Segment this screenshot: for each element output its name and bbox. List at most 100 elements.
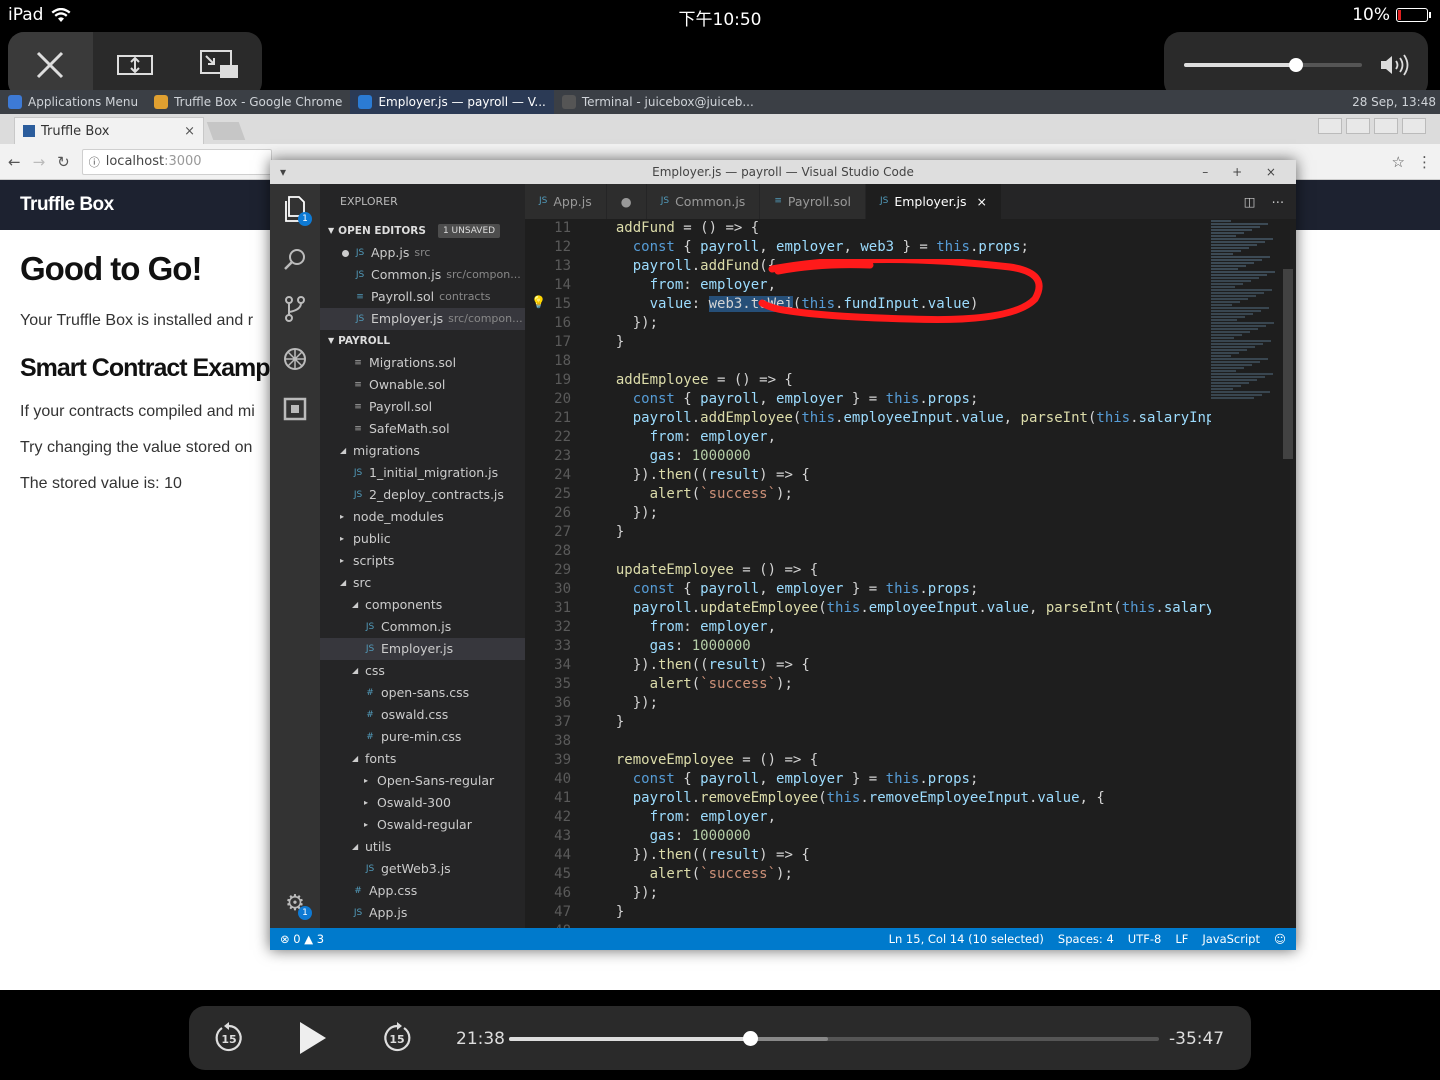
code-line[interactable]: from: employer, — [599, 618, 1211, 637]
search-activity[interactable] — [270, 234, 320, 284]
folder-item[interactable]: ▸ Oswald-regular — [320, 814, 525, 836]
file-item[interactable]: # open-sans.css — [320, 682, 525, 704]
code-line[interactable]: } — [599, 333, 1211, 352]
code-line[interactable]: from: employer, — [599, 808, 1211, 827]
scrubber-knob[interactable] — [742, 1031, 758, 1046]
code-line[interactable]: }); — [599, 504, 1211, 523]
code-line[interactable]: alert(`success`); — [599, 485, 1211, 504]
open-editor-item[interactable]: JS Common.js src/compon... — [320, 264, 525, 286]
taskbar-item[interactable]: Employer.js — payroll — V... — [350, 90, 554, 114]
code-line[interactable]: const { payroll, employer } = this.props… — [599, 390, 1211, 409]
taskbar-item[interactable]: Applications Menu — [0, 90, 146, 114]
open-editors-header[interactable]: ▼ OPEN EDITORS 1 UNSAVED — [320, 220, 525, 242]
close-button[interactable] — [8, 32, 93, 98]
minimize-button[interactable] — [1346, 118, 1370, 134]
window-close-button[interactable] — [1402, 118, 1426, 134]
scrubber[interactable] — [509, 1031, 1159, 1046]
folder-item[interactable]: ◢ fonts — [320, 748, 525, 770]
language-mode[interactable]: JavaScript — [1202, 932, 1260, 946]
new-tab-button[interactable] — [206, 122, 246, 140]
code-line[interactable] — [599, 732, 1211, 751]
code-line[interactable]: alert(`success`); — [599, 675, 1211, 694]
code-line[interactable]: gas: 1000000 — [599, 637, 1211, 656]
chrome-menu-icon[interactable]: ⋮ — [1417, 153, 1432, 171]
more-actions-icon[interactable]: ⋯ — [1272, 194, 1285, 209]
code-line[interactable]: }); — [599, 884, 1211, 903]
file-item[interactable]: JS 1_initial_migration.js — [320, 462, 525, 484]
folder-item[interactable]: ◢ css — [320, 660, 525, 682]
back-icon[interactable]: ← — [8, 153, 21, 171]
editor-tab[interactable]: ● — [606, 184, 647, 219]
code-line[interactable]: payroll.updateEmployee(this.employeeInpu… — [599, 599, 1211, 618]
file-item[interactable]: # App.css — [320, 880, 525, 902]
encoding-setting[interactable]: UTF-8 — [1128, 932, 1162, 946]
code-line[interactable]: alert(`success`); — [599, 865, 1211, 884]
source-control-activity[interactable] — [270, 284, 320, 334]
taskbar-item[interactable]: Terminal - juicebox@juiceb... — [554, 90, 762, 114]
file-item[interactable]: JS Employer.js — [320, 638, 525, 660]
code-line[interactable]: addEmployee = () => { — [599, 371, 1211, 390]
unsaved-dot-icon[interactable] — [342, 249, 349, 257]
folder-item[interactable]: ▸ Oswald-300 — [320, 792, 525, 814]
vertical-scrollbar[interactable] — [1281, 219, 1295, 928]
problems-indicator[interactable]: ⊗ 0 ▲ 3 — [280, 932, 324, 946]
code-line[interactable]: } — [599, 713, 1211, 732]
code-line[interactable]: } — [599, 903, 1211, 922]
code-line[interactable] — [599, 352, 1211, 371]
vscode-window-controls[interactable]: – + × — [1202, 160, 1286, 184]
chrome-tab-truffle[interactable]: Truffle Box × — [14, 117, 204, 144]
minimap[interactable] — [1211, 219, 1281, 928]
play-button[interactable] — [293, 1020, 333, 1056]
debug-activity[interactable] — [270, 334, 320, 384]
code-line[interactable]: }).then((result) => { — [599, 466, 1211, 485]
file-item[interactable]: JS Common.js — [320, 616, 525, 638]
lightbulb-icon[interactable]: 💡 — [531, 295, 546, 309]
folder-item[interactable]: ▸ public — [320, 528, 525, 550]
split-editor-icon[interactable]: ◫ — [1244, 194, 1256, 209]
open-editor-item[interactable]: JS Employer.js src/compon... — [320, 308, 525, 330]
skip-back-button[interactable]: 15 — [209, 1020, 249, 1056]
cursor-position[interactable]: Ln 15, Col 14 (10 selected) — [889, 932, 1044, 946]
open-editor-item[interactable]: JS App.js src — [320, 242, 525, 264]
scrollbar-thumb[interactable] — [1283, 269, 1293, 459]
address-bar[interactable]: ⓘ localhost:3000 — [81, 148, 272, 175]
indentation-setting[interactable]: Spaces: 4 — [1058, 932, 1114, 946]
code-line[interactable]: from: employer, — [599, 428, 1211, 447]
code-line[interactable]: updateEmployee = () => { — [599, 561, 1211, 580]
code-line[interactable]: } — [599, 523, 1211, 542]
editor-tab[interactable]: JS Common.js — [646, 184, 761, 219]
code-line[interactable]: const { payroll, employer } = this.props… — [599, 580, 1211, 599]
brand-link[interactable]: Truffle Box — [20, 194, 114, 215]
folder-item[interactable]: ◢ migrations — [320, 440, 525, 462]
code-line[interactable]: }).then((result) => { — [599, 656, 1211, 675]
extensions-activity[interactable] — [270, 384, 320, 434]
file-item[interactable]: JS getWeb3.js — [320, 858, 525, 880]
profile-button[interactable] — [1318, 118, 1342, 134]
eol-setting[interactable]: LF — [1175, 932, 1188, 946]
folder-item[interactable]: ▸ scripts — [320, 550, 525, 572]
forward-icon[interactable]: → — [33, 153, 46, 171]
code-line[interactable]: const { payroll, employer } = this.props… — [599, 770, 1211, 789]
code-line[interactable]: addFund = () => { — [599, 219, 1211, 238]
editor-tab[interactable]: JS Employer.js × — [865, 184, 1003, 219]
file-item[interactable]: # oswald.css — [320, 704, 525, 726]
explorer-activity[interactable]: 1 — [270, 184, 320, 234]
file-item[interactable]: ≡ SafeMath.sol — [320, 418, 525, 440]
reload-icon[interactable]: ↻ — [57, 153, 70, 171]
code-line[interactable]: }); — [599, 694, 1211, 713]
taskbar-item[interactable]: Truffle Box - Google Chrome — [146, 90, 350, 114]
code-line[interactable] — [599, 542, 1211, 561]
code-line[interactable]: const { payroll, employer, web3 } = this… — [599, 238, 1211, 257]
file-item[interactable]: JS App.js — [320, 902, 525, 924]
maximize-button[interactable] — [1374, 118, 1398, 134]
folder-item[interactable]: ▸ Open-Sans-regular — [320, 770, 525, 792]
skip-forward-button[interactable]: 15 — [377, 1020, 417, 1056]
code-line[interactable]: removeEmployee = () => { — [599, 751, 1211, 770]
folder-item[interactable]: ◢ components — [320, 594, 525, 616]
feedback-icon[interactable]: ☺ — [1274, 932, 1286, 946]
file-item[interactable]: ≡ Payroll.sol — [320, 396, 525, 418]
bookmark-star-icon[interactable]: ☆ — [1392, 153, 1405, 171]
code-editor[interactable]: 11 12 13 14 15 16 17 18 19 20 21 22 23 24 25 26 27 28 29 30… — [525, 219, 1211, 928]
open-editor-item[interactable]: ≡ Payroll.sol contracts — [320, 286, 525, 308]
window-menu-icon[interactable]: ▾ — [280, 160, 286, 184]
